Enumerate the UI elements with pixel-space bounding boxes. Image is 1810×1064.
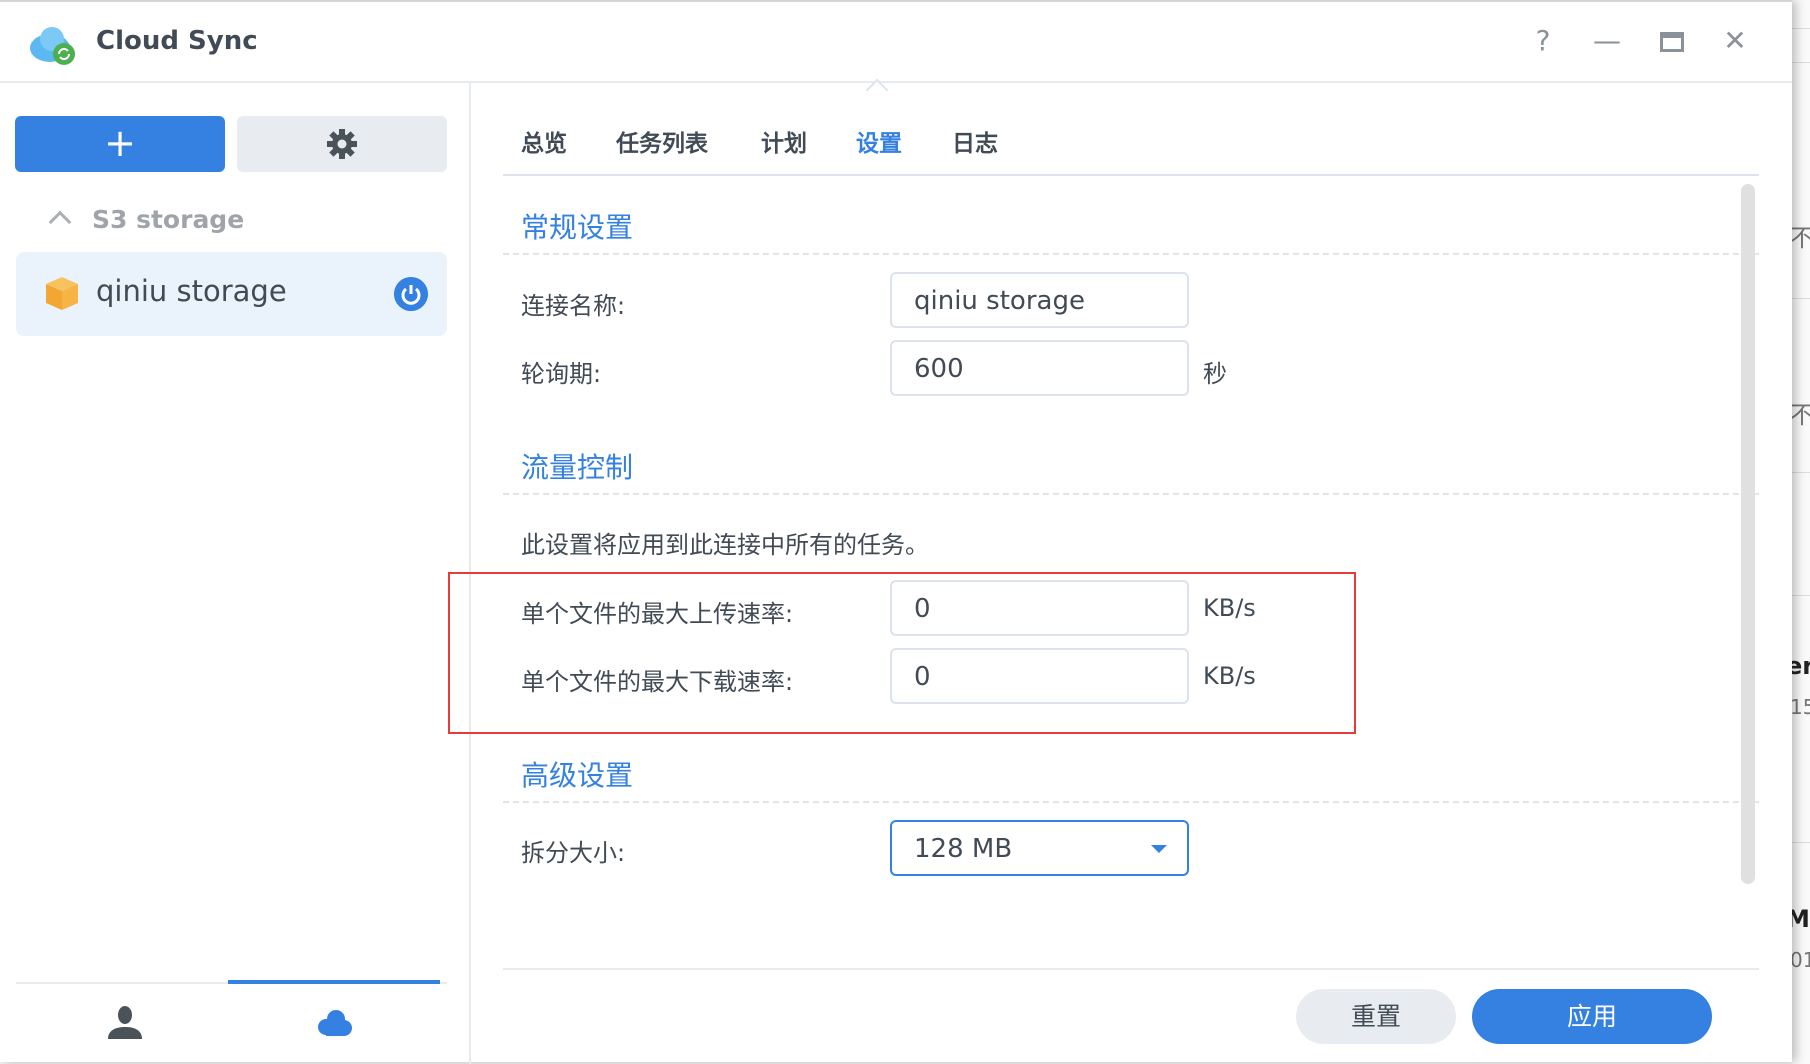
cloud-sync-window: Cloud Sync ? — ✕ + S3 storage qiniu stor… [0,0,1792,1064]
sidebar: + S3 storage qiniu storage [0,83,471,1064]
sidebar-bottom-tabs [16,980,447,984]
footer-divider [503,968,1759,970]
reset-button[interactable]: 重置 [1296,989,1456,1044]
cloud-sync-logo-icon [30,27,75,65]
tab-bar: 总览 任务列表 计划 设置 日志 [503,83,1759,176]
cloud-tab-icon[interactable] [316,1003,354,1041]
power-status-icon [394,277,428,311]
download-rate-unit: KB/s [1203,662,1256,690]
group-label: S3 storage [92,205,245,234]
app-title: Cloud Sync [96,26,258,56]
package-icon [46,277,78,310]
general-settings-title: 常规设置 [521,211,634,244]
settings-button[interactable] [237,116,447,172]
tab-settings[interactable]: 设置 [856,124,902,158]
polling-unit: 秒 [1203,360,1227,388]
tab-schedule[interactable]: 计划 [761,124,807,158]
scrollbar[interactable] [1741,184,1755,884]
close-button[interactable]: ✕ [1718,24,1752,57]
polling-label: 轮询期: [521,360,602,388]
upload-rate-label: 单个文件的最大上传速率: [521,600,794,628]
connection-name-input[interactable]: qiniu storage [890,272,1189,328]
minimize-button[interactable]: — [1590,24,1624,57]
gear-icon [327,129,357,159]
background-window: 不 不 er 15 Ma 01 [1792,0,1810,1064]
title-bar: Cloud Sync ? — ✕ [0,2,1792,83]
chevron-up-icon [48,210,72,234]
sidebar-item-qiniu-storage[interactable]: qiniu storage [16,252,447,336]
advanced-settings-title: 高级设置 [521,759,634,792]
help-button[interactable]: ? [1526,24,1560,57]
bg-fragment: 15 [1792,695,1810,719]
split-size-select[interactable]: 128 MB [890,820,1189,876]
bg-fragment: er [1792,652,1810,680]
upload-rate-input[interactable]: 0 [890,580,1189,636]
group-s3-storage[interactable]: S3 storage [48,205,244,234]
download-rate-input[interactable]: 0 [890,648,1189,704]
traffic-control-title: 流量控制 [521,451,634,484]
bg-fragment: 不 [1792,401,1810,429]
traffic-note: 此设置将应用到此连接中所有的任务。 [521,531,929,559]
maximize-button[interactable] [1660,32,1684,52]
bg-fragment: Ma [1792,905,1810,933]
bg-fragment: 01 [1792,948,1810,972]
upload-rate-unit: KB/s [1203,594,1256,622]
dropdown-arrow-icon [1151,845,1167,853]
apply-button[interactable]: 应用 [1472,989,1712,1044]
tab-task-list[interactable]: 任务列表 [616,124,708,158]
divider [503,253,1759,255]
divider [503,493,1759,495]
bg-fragment: 不 [1792,224,1810,252]
user-tab-icon[interactable] [106,1003,144,1041]
download-rate-label: 单个文件的最大下载速率: [521,668,794,696]
tab-overview[interactable]: 总览 [521,124,567,158]
connection-name-label: 连接名称: [521,292,626,320]
add-button[interactable]: + [15,116,225,172]
item-label: qiniu storage [96,274,287,308]
active-tab-indicator [228,980,440,984]
tab-log[interactable]: 日志 [952,124,998,158]
polling-input[interactable]: 600 [890,340,1189,396]
split-size-value: 128 MB [914,834,1013,864]
divider [503,801,1759,803]
split-size-label: 拆分大小: [521,839,626,867]
